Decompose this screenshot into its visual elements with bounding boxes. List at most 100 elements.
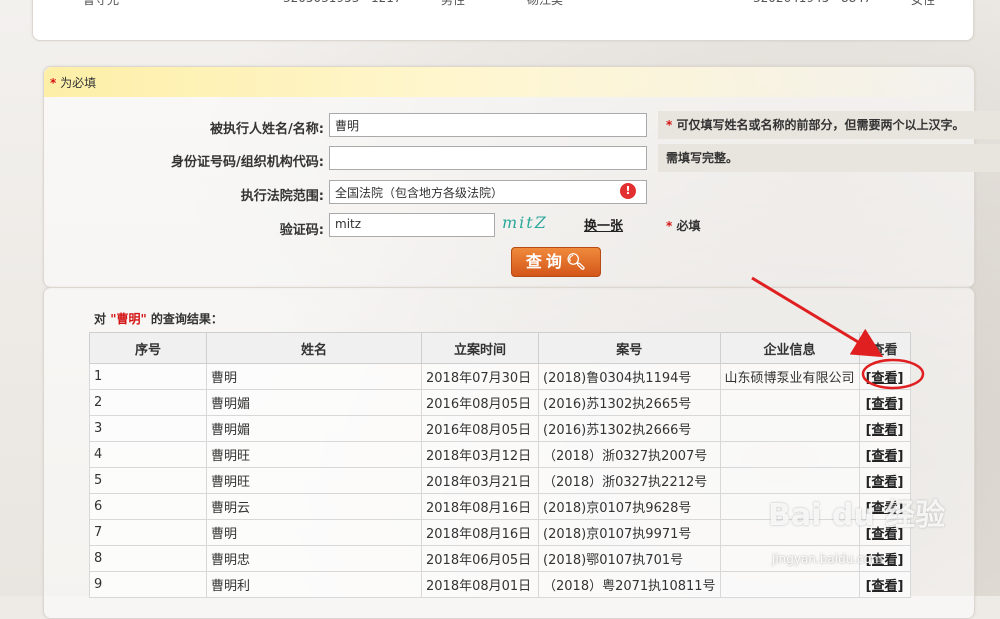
cell-date: 2018年03月12日 [421,441,539,468]
cell: 3202641945 [753,0,829,5]
cell-name: 曹明忠 [206,545,422,572]
cell: 曹守允 [83,0,120,7]
id-input[interactable] [329,146,647,170]
cell-case: (2018)京0107执9971号 [538,519,721,546]
cell-view: [查看] [858,389,911,416]
previous-results-row: 曹守允 3205031953 1217 男性 砀江类 3202641945 88… [33,0,973,12]
dropdown-icon[interactable]: ! [620,183,636,199]
cell-date: 2016年08月05日 [421,415,539,442]
cell: 男性 [441,0,466,7]
hint-star-icon: * [666,118,673,132]
cell-no: 2 [89,389,207,416]
cell-company [719,415,860,442]
cell-name: 曹明 [206,363,422,390]
view-link[interactable]: [查看] [866,423,904,438]
required-star-icon: * [50,76,57,90]
captcha-required-text: 必填 [676,219,701,233]
cell-date: 2018年07月30日 [421,363,539,390]
results-panel: 对 "曹明" 的查询结果： 序号 姓名 立案时间 案号 企业信息 查看 1 曹明 2… [43,287,975,619]
name-input[interactable]: 曹明 [329,113,647,137]
cell: 8847 [841,0,872,5]
cell-case: (2018)京0107执9628号 [538,493,721,520]
cell-view: [查看] [858,441,911,468]
cell-no: 4 [89,441,207,468]
captcha-image: mitZ [502,213,548,232]
watermark-logo: Bai du 经验 [768,498,946,533]
query-button[interactable]: 查询🔍︎ [511,247,601,277]
cell-name: 曹明媚 [206,415,422,442]
cell-no: 7 [89,519,207,546]
watermark-url: jingyan.baidu.com [772,552,883,566]
view-link[interactable]: [查看] [866,371,904,386]
previous-results-panel: 曹守允 3205031953 1217 男性 砀江类 3202641945 88… [32,0,974,41]
cell-case: (2018)鲁0304执1194号 [538,363,721,390]
cell-company [719,441,860,468]
col-header-date: 立案时间 [421,332,539,364]
id-hint: 需填写完整。 [658,144,1000,172]
cell-name: 曹明旺 [206,467,422,494]
court-label: 执行法院范围: [240,189,324,204]
cell-date: 2018年03月21日 [421,467,539,494]
captcha-input[interactable]: mitz [329,213,495,237]
cell-no: 6 [89,493,207,520]
captcha-star-icon: * [666,219,673,233]
cell-no: 9 [89,571,207,598]
cell-date: 2018年08月01日 [421,571,539,598]
search-icon: 🔍︎ [565,252,587,271]
required-notice-bar: * 为必填 [44,67,974,97]
cell-no: 8 [89,545,207,572]
results-title: 对 "曹明" 的查询结果： [94,310,223,327]
cell: 砀江类 [527,0,564,7]
col-header-no: 序号 [89,332,207,364]
table-row: 4 曹明旺 2018年03月12日 （2018）浙0327执2007号 [查看] [89,441,911,468]
view-link[interactable]: [查看] [866,579,904,594]
table-row: 2 曹明媚 2016年08月05日 (2016)苏1302执2665号 [查看] [89,389,911,416]
table-row: 9 曹明利 2018年08月01日 （2018）粤2071执10811号 [查看] [89,571,911,598]
cell: 女性 [911,0,936,7]
table-row: 3 曹明媚 2016年08月05日 (2016)苏1302执2666号 [查看] [89,415,911,442]
court-select-value: 全国法院（包含地方各级法院） [335,186,504,200]
name-hint-text: 可仅填写姓名或名称的前部分，但需要两个以上汉字。 [676,118,965,132]
view-link[interactable]: [查看] [866,449,904,464]
id-label: 身份证号码/组织机构代码: [171,155,324,170]
cell-case: (2016)苏1302执2665号 [538,389,721,416]
cell-no: 3 [89,415,207,442]
query-button-label: 查询 [525,252,566,271]
cell-company: 山东硕博泵业有限公司 [719,363,860,390]
required-notice-text: 为必填 [60,76,97,90]
name-label: 被执行人姓名/名称: [210,122,324,137]
results-title-prefix: 对 [94,312,107,326]
cell-case: (2016)苏1302执2666号 [538,415,721,442]
col-header-view: 查看 [858,332,911,364]
results-keyword: "曹明" [110,312,147,326]
cell-view: [查看] [858,571,911,598]
cell-name: 曹明旺 [206,441,422,468]
cell-name: 曹明利 [206,571,422,598]
cell-case: (2018)鄂0107执701号 [538,545,721,572]
cell-case: （2018）浙0327执2212号 [538,467,721,494]
cell-no: 5 [89,467,207,494]
search-form-panel: * 为必填 被执行人姓名/名称: 曹明 * 可仅填写姓名或名称的前部分，但需要两… [43,66,1000,288]
captcha-required-note: * 必填 [666,217,700,234]
cell-date: 2018年08月16日 [421,493,539,520]
name-hint: * 可仅填写姓名或名称的前部分，但需要两个以上汉字。 [658,111,1000,139]
cell-date: 2018年06月05日 [421,545,539,572]
cell: 1217 [371,0,402,5]
table-row: 1 曹明 2018年07月30日 (2018)鲁0304执1194号 山东硕博泵业有限公… [89,363,911,390]
refresh-captcha-link[interactable]: 换一张 [584,215,623,234]
view-link[interactable]: [查看] [866,397,904,412]
cell-name: 曹明云 [206,493,422,520]
cell-view: [查看] [858,363,911,390]
court-select[interactable]: 全国法院（包含地方各级法院） ! [329,180,647,204]
cell-name: 曹明 [206,519,422,546]
captcha-label: 验证码: [279,223,324,238]
col-header-name: 姓名 [206,332,422,364]
view-link[interactable]: [查看] [866,475,904,490]
cell-case: （2018）粤2071执10811号 [538,571,721,598]
cell-date: 2016年08月05日 [421,389,539,416]
cell-date: 2018年08月16日 [421,519,539,546]
table-header-row: 序号 姓名 立案时间 案号 企业信息 查看 [89,332,911,364]
cell-case: （2018）浙0327执2007号 [538,441,721,468]
cell-no: 1 [89,363,207,390]
cell-view: [查看] [858,415,911,442]
